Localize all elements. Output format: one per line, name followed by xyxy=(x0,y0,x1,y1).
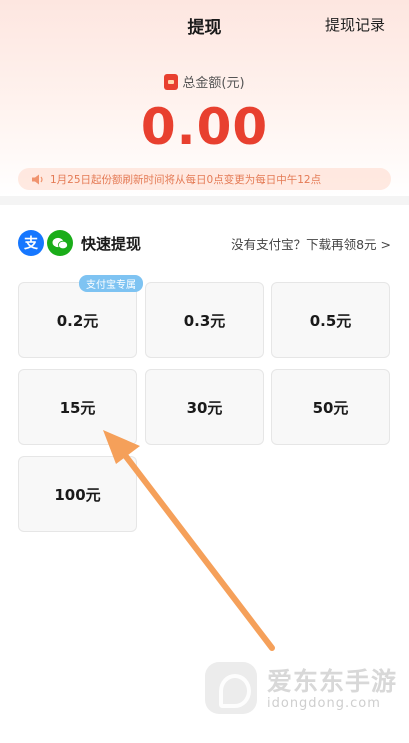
fast-withdraw-label: 快速提现 xyxy=(81,234,142,253)
amount-option[interactable]: 0.3元 xyxy=(145,282,264,358)
watermark: 爱东东手游 idongdong.com xyxy=(205,660,405,730)
alipay-exclusive-badge: 支付宝专属 xyxy=(79,275,143,292)
watermark-domain: idongdong.com xyxy=(267,696,381,711)
total-amount-label: 总金额(元) xyxy=(182,76,245,91)
total-amount-value: 0.00 xyxy=(140,98,269,156)
red-packet-icon xyxy=(164,73,179,90)
wechat-icon xyxy=(47,230,73,256)
amount-option[interactable]: 50元 xyxy=(271,369,390,445)
speaker-icon xyxy=(32,174,43,184)
alipay-icon: 支 xyxy=(18,230,44,256)
amount-option[interactable]: 15元 xyxy=(18,369,137,445)
watermark-logo-icon xyxy=(205,662,257,714)
section-divider xyxy=(0,196,409,205)
total-amount-row: 总金额(元) xyxy=(0,72,409,91)
amount-option[interactable]: 100元 xyxy=(18,456,137,532)
amount-option[interactable]: 0.2元 xyxy=(18,282,137,358)
notice-text: 1月25日起份额刷新时间将从每日0点变更为每日中午12点 xyxy=(50,173,322,186)
withdraw-history-link[interactable]: 提现记录 xyxy=(325,14,385,35)
withdraw-method-row: 支 快速提现 没有支付宝？下载再领8元 > xyxy=(18,228,391,258)
amount-option[interactable]: 30元 xyxy=(145,369,264,445)
download-alipay-link[interactable]: 没有支付宝？下载再领8元 > xyxy=(231,234,391,253)
notice-bar: 1月25日起份额刷新时间将从每日0点变更为每日中午12点 xyxy=(18,168,391,190)
amount-option[interactable]: 0.5元 xyxy=(271,282,390,358)
watermark-name: 爱东东手游 xyxy=(267,667,398,696)
